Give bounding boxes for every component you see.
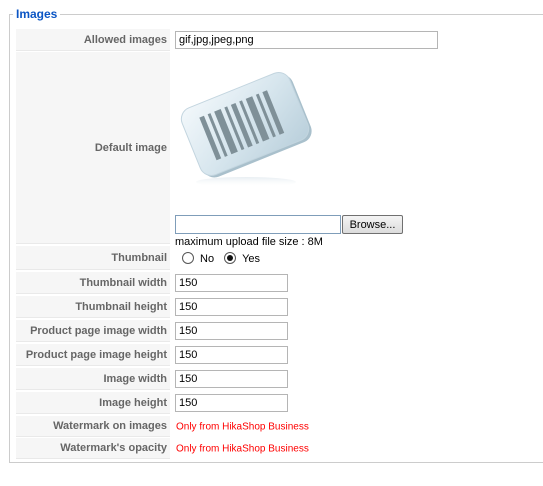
image-width-input[interactable] <box>175 370 288 388</box>
product-page-image-height-label: Product page image height <box>16 344 170 366</box>
default-image-label: Default image <box>16 52 170 244</box>
product-page-image-height-input[interactable] <box>175 346 288 364</box>
row-thumbnail-height: Thumbnail height <box>16 296 543 318</box>
thumbnail-yes-radio[interactable] <box>224 252 237 264</box>
row-image-height: Image height <box>16 392 543 414</box>
barcode-icon <box>176 60 326 190</box>
image-height-input[interactable] <box>175 394 288 412</box>
watermark-on-images-note: Only from HikaShop Business <box>176 421 309 432</box>
thumbnail-width-input[interactable] <box>175 274 288 292</box>
allowed-images-label: Allowed images <box>16 29 170 51</box>
thumbnail-no-label[interactable]: No <box>200 251 214 265</box>
allowed-images-input[interactable] <box>175 31 438 49</box>
watermark-opacity-label: Watermark's opacity <box>16 438 170 459</box>
row-image-width: Image width <box>16 368 543 390</box>
row-product-page-image-width: Product page image width <box>16 320 543 342</box>
fieldset-legend: Images <box>13 7 61 21</box>
browse-button[interactable]: Browse... <box>342 215 403 234</box>
thumbnail-width-label: Thumbnail width <box>16 272 170 294</box>
row-default-image: Default image Browse... maximum upload f… <box>16 52 543 248</box>
file-upload-input[interactable] <box>175 215 341 234</box>
row-thumbnail-width: Thumbnail width <box>16 272 543 294</box>
product-page-image-width-input[interactable] <box>175 322 288 340</box>
thumbnail-radio-group: No Yes <box>182 251 270 265</box>
product-page-image-width-label: Product page image width <box>16 320 170 342</box>
thumbnail-yes-label[interactable]: Yes <box>242 251 260 265</box>
thumbnail-label: Thumbnail <box>16 246 170 270</box>
row-product-page-image-height: Product page image height <box>16 344 543 366</box>
row-thumbnail: Thumbnail No Yes <box>16 246 543 270</box>
row-watermark-on-images: Watermark on images Only from HikaShop B… <box>16 416 543 437</box>
row-watermark-opacity: Watermark's opacity Only from HikaShop B… <box>16 438 543 459</box>
watermark-opacity-note: Only from HikaShop Business <box>176 443 309 454</box>
image-height-label: Image height <box>16 392 170 414</box>
image-width-label: Image width <box>16 368 170 390</box>
watermark-on-images-label: Watermark on images <box>16 416 170 437</box>
thumbnail-height-input[interactable] <box>175 298 288 316</box>
thumbnail-height-label: Thumbnail height <box>16 296 170 318</box>
row-allowed-images: Allowed images <box>16 29 543 51</box>
thumbnail-no-radio[interactable] <box>182 252 194 264</box>
